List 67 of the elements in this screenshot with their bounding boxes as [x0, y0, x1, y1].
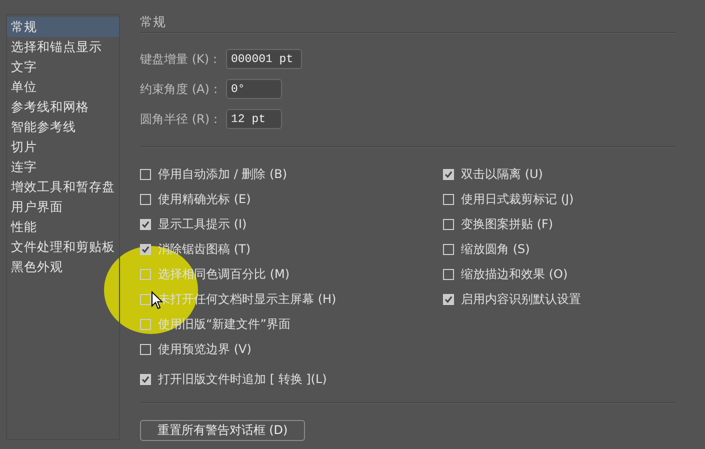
- checkbox[interactable]: [140, 219, 151, 230]
- option-label: 选择相同色调百分比 (M): [158, 266, 290, 283]
- checkbox[interactable]: [140, 269, 151, 280]
- checkbox-option[interactable]: 变换图案拼贴 (F): [443, 212, 663, 237]
- section-title: 常规: [140, 14, 167, 31]
- checkbox[interactable]: [443, 219, 454, 230]
- option-label: 使用预览边界 (V): [158, 341, 252, 358]
- checkbox[interactable]: [140, 244, 151, 255]
- option-label: 缩放描边和效果 (O): [461, 266, 568, 283]
- checkbox-option[interactable]: 使用预览边界 (V): [140, 337, 443, 362]
- option-label: 使用旧版“新建文件”界面: [158, 316, 290, 333]
- option-label: 启用内容识别默认设置: [461, 291, 581, 308]
- input-field[interactable]: 0°: [226, 79, 282, 99]
- checkbox-option[interactable]: 使用日式裁剪标记 (J): [443, 187, 663, 212]
- category-item[interactable]: 智能参考线: [7, 117, 119, 137]
- category-item[interactable]: 文件处理和剪贴板: [7, 237, 119, 257]
- input-field[interactable]: 000001 pt: [226, 49, 302, 69]
- checkbox-option[interactable]: 打开旧版文件时追加 [ 转换 ](L): [140, 367, 443, 392]
- field-label: 键盘增量 (K)：: [140, 50, 222, 68]
- option-label: 双击以隔离 (U): [461, 166, 543, 183]
- option-label: 停用自动添加 / 删除 (B): [158, 166, 288, 183]
- checkbox-option[interactable]: 使用旧版“新建文件”界面: [140, 312, 443, 337]
- checkbox[interactable]: [140, 194, 151, 205]
- option-label: 使用日式裁剪标记 (J): [461, 191, 574, 208]
- checkbox-option[interactable]: 缩放圆角 (S): [443, 237, 663, 262]
- checkmark-icon: [444, 295, 453, 304]
- reset-warnings-button[interactable]: 重置所有警告对话框 (D): [140, 420, 305, 441]
- checkbox[interactable]: [140, 319, 151, 330]
- option-label: 使用精确光标 (E): [158, 191, 251, 208]
- category-item[interactable]: 文字: [7, 57, 119, 77]
- checkbox-option[interactable]: 选择相同色调百分比 (M): [140, 262, 443, 287]
- option-label: 变换图案拼贴 (F): [461, 216, 554, 233]
- category-item[interactable]: 连字: [7, 157, 119, 177]
- checkbox[interactable]: [140, 294, 151, 305]
- category-item[interactable]: 参考线和网格: [7, 97, 119, 117]
- category-item[interactable]: 黑色外观: [7, 257, 119, 277]
- category-item[interactable]: 性能: [7, 217, 119, 237]
- checkbox-option[interactable]: 使用精确光标 (E): [140, 187, 443, 212]
- option-label: 缩放圆角 (S): [461, 241, 530, 258]
- checkbox-option[interactable]: 停用自动添加 / 删除 (B): [140, 162, 443, 187]
- checkmark-icon: [141, 375, 150, 384]
- field-label: 约束角度 (A)：: [140, 80, 222, 98]
- input-field[interactable]: 12 pt: [226, 109, 282, 129]
- checkbox-option[interactable]: 双击以隔离 (U): [443, 162, 663, 187]
- category-item[interactable]: 切片: [7, 137, 119, 157]
- checkbox[interactable]: [140, 344, 151, 355]
- category-item[interactable]: 单位: [7, 77, 119, 97]
- category-item[interactable]: 用户界面: [7, 197, 119, 217]
- checkbox[interactable]: [443, 269, 454, 280]
- checkbox-option[interactable]: 启用内容识别默认设置: [443, 287, 663, 312]
- field-label: 圆角半径 (R)：: [140, 110, 223, 128]
- option-label: 打开旧版文件时追加 [ 转换 ](L): [158, 371, 327, 388]
- checkbox[interactable]: [443, 244, 454, 255]
- category-item[interactable]: 常规: [7, 17, 119, 37]
- checkbox[interactable]: [140, 169, 151, 180]
- checkmark-icon: [444, 170, 453, 179]
- checkbox-option[interactable]: 缩放描边和效果 (O): [443, 262, 663, 287]
- checkbox-option[interactable]: 显示工具提示 (I): [140, 212, 443, 237]
- category-item[interactable]: 增效工具和暂存盘: [7, 177, 119, 197]
- checkbox[interactable]: [140, 374, 151, 385]
- option-label: 显示工具提示 (I): [158, 216, 247, 233]
- checkmark-icon: [141, 245, 150, 254]
- checkbox[interactable]: [443, 194, 454, 205]
- category-item[interactable]: 选择和锚点显示: [7, 37, 119, 57]
- checkmark-icon: [141, 220, 150, 229]
- checkbox[interactable]: [443, 169, 454, 180]
- checkbox[interactable]: [443, 294, 454, 305]
